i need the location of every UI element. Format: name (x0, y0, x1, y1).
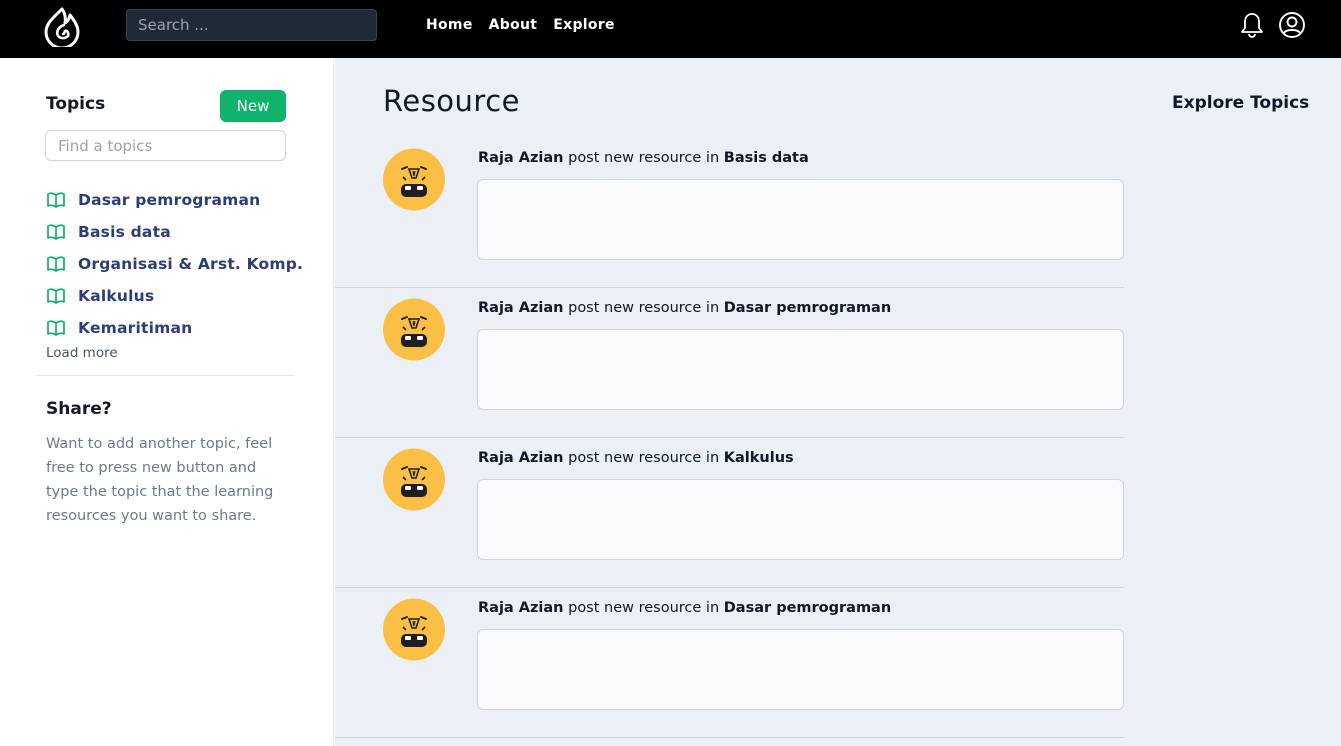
resource-card[interactable] (477, 629, 1124, 710)
nav-explore-link[interactable]: Explore (553, 17, 615, 33)
feed-item: Raja Azian post new resource in Dasar pe… (335, 588, 1124, 738)
explore-topics-heading: Explore Topics (1172, 93, 1310, 113)
post-user[interactable]: Raja Azian (478, 300, 564, 316)
topic-item-dasar-pemrograman[interactable]: Dasar pemrograman (46, 184, 303, 216)
post-topic[interactable]: Kalkulus (724, 450, 794, 466)
post-line: Raja Azian post new resource in Dasar pe… (478, 600, 891, 616)
avatar-face-icon[interactable] (383, 147, 445, 212)
post-action: post new resource in (563, 450, 724, 466)
user-circle-icon[interactable] (1278, 11, 1306, 39)
share-description: Want to add another topic, feel free to … (46, 436, 274, 524)
avatar-face-icon[interactable] (383, 597, 445, 662)
post-topic[interactable]: Dasar pemrograman (724, 600, 891, 616)
book-open-icon (47, 224, 65, 240)
post-action: post new resource in (563, 150, 724, 166)
sidebar: Topics New Dasar pemrograman Basis data … (0, 58, 334, 746)
post-topic[interactable]: Dasar pemrograman (724, 300, 891, 316)
post-topic[interactable]: Basis data (724, 150, 809, 166)
post-user[interactable]: Raja Azian (478, 150, 564, 166)
find-topic-input[interactable] (46, 131, 285, 160)
topic-item-organisasi[interactable]: Organisasi & Arst. Komp. (46, 248, 303, 280)
topic-item-basis-data[interactable]: Basis data (46, 216, 303, 248)
search-box[interactable] (126, 9, 377, 41)
sidebar-divider (37, 375, 294, 376)
find-topic-box[interactable] (45, 130, 286, 161)
nav-about-link[interactable]: About (489, 17, 538, 33)
post-line: Raja Azian post new resource in Kalkulus (478, 450, 794, 466)
nav-home-link[interactable]: Home (426, 17, 473, 33)
post-line: Raja Azian post new resource in Basis da… (478, 150, 809, 166)
topic-item-kalkulus[interactable]: Kalkulus (46, 280, 303, 312)
page-title: Resource (383, 84, 520, 118)
book-open-icon (47, 256, 65, 272)
share-heading: Share? (46, 399, 112, 419)
topic-label: Kemaritiman (78, 319, 193, 337)
feed-item: Raja Azian post new resource in Basis da… (335, 138, 1124, 288)
flame-logo-icon[interactable] (42, 5, 82, 50)
post-line: Raja Azian post new resource in Dasar pe… (478, 300, 891, 316)
resource-card[interactable] (477, 329, 1124, 410)
book-open-icon (47, 192, 65, 208)
bell-icon[interactable] (1239, 11, 1265, 39)
main-nav: Home About Explore (426, 17, 615, 33)
resource-card[interactable] (477, 179, 1124, 260)
topic-label: Kalkulus (78, 287, 155, 305)
post-action: post new resource in (563, 300, 724, 316)
top-navbar: Home About Explore (0, 0, 1341, 58)
book-open-icon (47, 320, 65, 336)
topics-heading: Topics (46, 94, 106, 114)
book-open-icon (47, 288, 65, 304)
resource-feed: Raja Azian post new resource in Basis da… (335, 138, 1124, 738)
topic-list: Dasar pemrograman Basis data Organisasi … (46, 184, 303, 344)
load-more-link[interactable]: Load more (46, 345, 118, 361)
resource-card[interactable] (477, 479, 1124, 560)
feed-item: Raja Azian post new resource in Kalkulus (335, 438, 1124, 588)
topic-label: Dasar pemrograman (78, 191, 261, 209)
topic-label: Organisasi & Arst. Komp. (78, 255, 304, 273)
main-content: Resource Explore Topics Raja Azian post … (335, 58, 1341, 746)
new-topic-button[interactable]: New (220, 90, 286, 122)
feed-item: Raja Azian post new resource in Dasar pe… (335, 288, 1124, 438)
post-user[interactable]: Raja Azian (478, 450, 564, 466)
topic-item-kemaritiman[interactable]: Kemaritiman (46, 312, 303, 344)
topic-label: Basis data (78, 223, 171, 241)
post-action: post new resource in (563, 600, 724, 616)
avatar-face-icon[interactable] (383, 297, 445, 362)
post-user[interactable]: Raja Azian (478, 600, 564, 616)
search-input[interactable] (127, 10, 376, 40)
avatar-face-icon[interactable] (383, 447, 445, 512)
